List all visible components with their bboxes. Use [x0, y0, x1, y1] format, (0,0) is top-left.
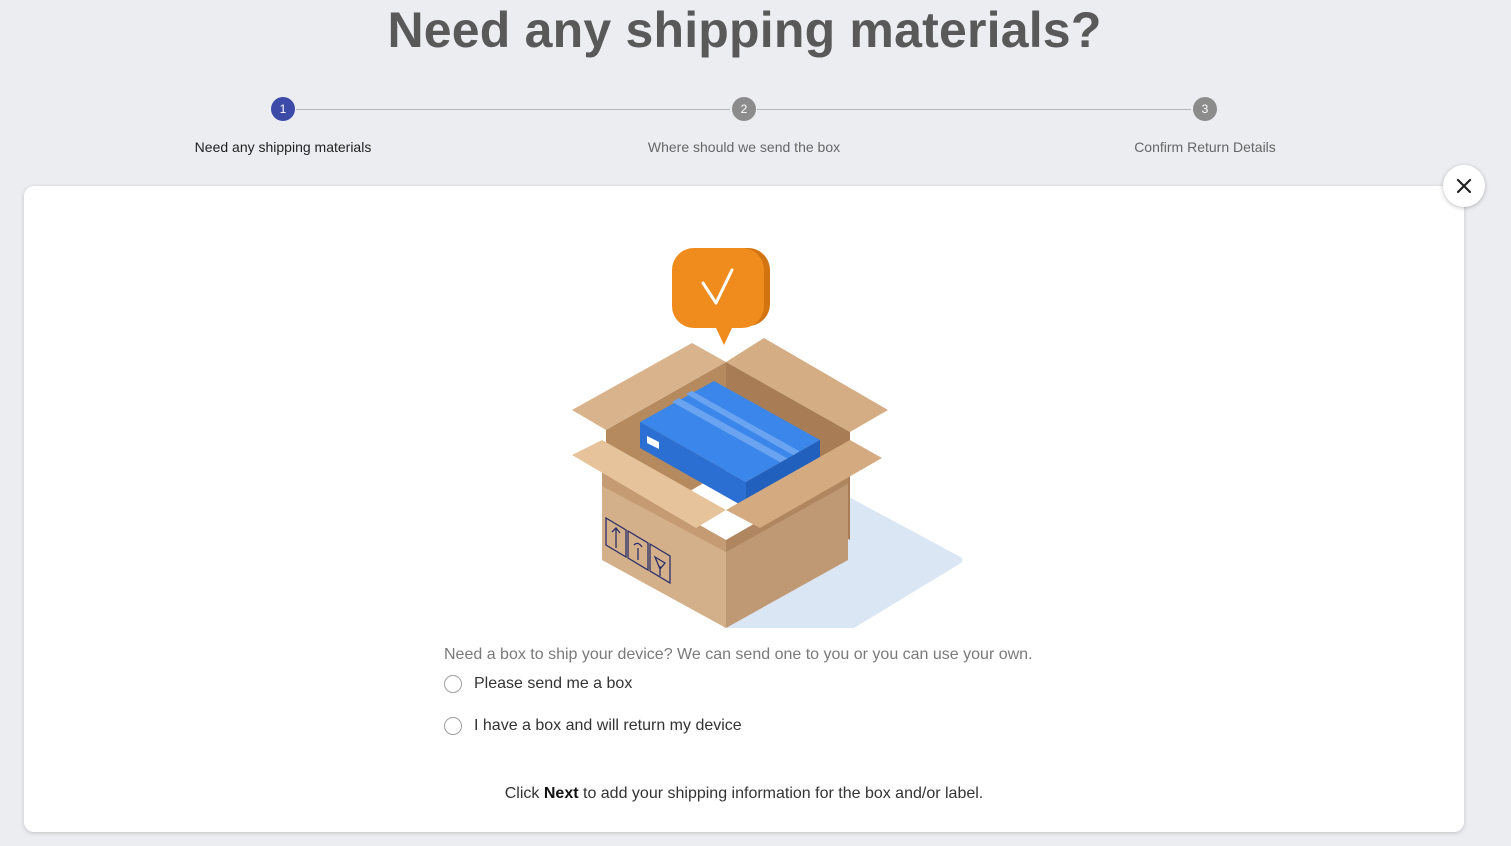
step-3-label: Confirm Return Details	[1134, 139, 1276, 155]
radio-send-box[interactable]	[444, 675, 462, 693]
next-instruction-prefix: Click	[504, 785, 544, 802]
close-button[interactable]	[1443, 165, 1485, 207]
next-instruction-bold: Next	[543, 785, 579, 802]
radio-own-box[interactable]	[444, 717, 462, 735]
shipping-materials-card: Need a box to ship your device? We can s…	[24, 186, 1464, 832]
option-send-box[interactable]: Please send me a box	[444, 675, 632, 693]
next-instruction-suffix: to add your shipping information for the…	[578, 785, 984, 802]
step-2-label: Where should we send the box	[647, 139, 841, 155]
option-own-box[interactable]: I have a box and will return my device	[444, 717, 742, 735]
step-1: 1 Need any shipping materials	[153, 96, 413, 155]
step-1-label: Need any shipping materials	[194, 139, 372, 155]
option-own-box-label[interactable]: I have a box and will return my device	[474, 717, 742, 735]
shipping-question: Need a box to ship your device? We can s…	[444, 646, 1033, 663]
step-3-indicator: 3	[1193, 97, 1217, 121]
step-3: 3 Confirm Return Details	[1075, 96, 1335, 155]
progress-stepper: 1 Need any shipping materials 2 Where sh…	[0, 96, 1511, 166]
next-instruction: Click Next to add your shipping informat…	[24, 785, 1464, 803]
page-title: Need any shipping materials?	[387, 2, 1102, 58]
close-icon[interactable]	[1456, 178, 1472, 194]
open-box-with-check-icon	[542, 244, 966, 639]
step-2: 2 Where should we send the box	[614, 96, 874, 155]
step-2-indicator: 2	[732, 97, 756, 121]
step-1-indicator: 1	[271, 97, 295, 121]
option-send-box-label[interactable]: Please send me a box	[474, 675, 632, 693]
